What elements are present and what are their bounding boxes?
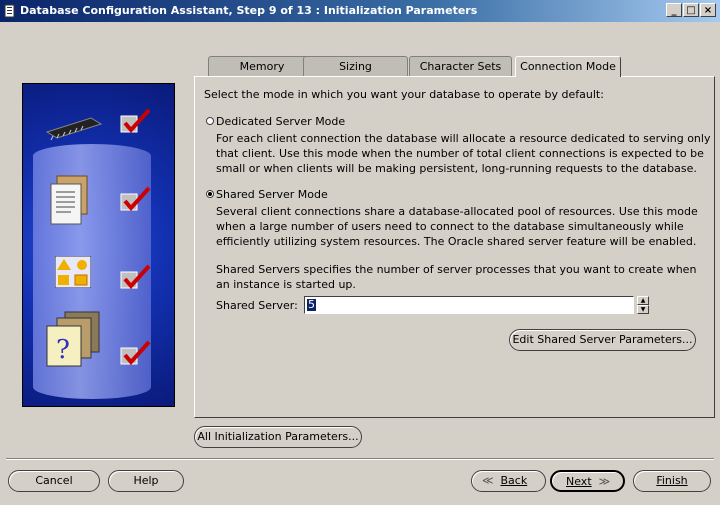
documents-icon (50, 175, 88, 225)
shared-server-spinner[interactable]: ▲ ▼ (637, 296, 649, 314)
finish-label: Finish (656, 474, 688, 487)
minimize-button[interactable]: _ (666, 3, 682, 17)
back-arrow-icon: ≪ (482, 474, 501, 487)
app-icon (4, 4, 15, 18)
cancel-button[interactable]: Cancel (8, 470, 100, 492)
check-icon (120, 108, 151, 134)
check-icon (120, 186, 151, 212)
window-title: Database Configuration Assistant, Step 9… (20, 4, 478, 17)
tab-memory[interactable]: Memory (208, 56, 316, 76)
tab-character-sets[interactable]: Character Sets (409, 56, 512, 76)
connection-mode-icon: ? (46, 311, 100, 367)
edit-shared-server-parameters-button[interactable]: Edit Shared Server Parameters... (509, 329, 696, 351)
dedicated-server-description: For each client connection the database … (216, 132, 711, 175)
shared-servers-note: Shared Servers specifies the number of s… (216, 263, 697, 291)
memory-chip-icon (45, 117, 103, 141)
spin-up-icon[interactable]: ▲ (637, 296, 649, 305)
shared-server-radio[interactable] (206, 190, 214, 198)
shared-server-description: Several client connections share a datab… (216, 205, 698, 248)
footer-divider (6, 458, 714, 460)
shared-server-label[interactable]: Shared Server Mode (216, 188, 328, 201)
dedicated-server-radio[interactable] (206, 117, 214, 125)
dedicated-server-label[interactable]: Dedicated Server Mode (216, 115, 345, 128)
tab-connection-mode[interactable]: Connection Mode (515, 56, 621, 77)
all-initialization-parameters-button[interactable]: All Initialization Parameters... (194, 426, 362, 448)
character-sets-icon (55, 256, 91, 288)
check-icon (120, 340, 151, 366)
next-arrow-icon: ≫ (591, 475, 611, 488)
back-label: Back (500, 474, 528, 487)
shared-server-count-value: 5 (307, 298, 316, 311)
spin-down-icon[interactable]: ▼ (637, 305, 649, 314)
help-button[interactable]: Help (108, 470, 184, 492)
shared-server-count-label: Shared Server: (216, 299, 298, 312)
maximize-button[interactable]: □ (683, 3, 699, 17)
svg-text:?: ? (56, 335, 70, 365)
finish-button[interactable]: Finish (633, 470, 711, 492)
intro-text: Select the mode in which you want your d… (204, 88, 604, 101)
title-bar: Database Configuration Assistant, Step 9… (0, 0, 720, 22)
next-button[interactable]: Next ≫ (550, 470, 625, 492)
check-icon (120, 264, 151, 290)
next-label: Next (566, 475, 592, 488)
back-button[interactable]: ≪ Back (471, 470, 546, 492)
shared-server-count-input[interactable]: 5 (304, 296, 634, 314)
tab-sizing[interactable]: Sizing (303, 56, 408, 76)
close-button[interactable]: × (700, 3, 716, 17)
step-illustration: ? (22, 83, 175, 407)
